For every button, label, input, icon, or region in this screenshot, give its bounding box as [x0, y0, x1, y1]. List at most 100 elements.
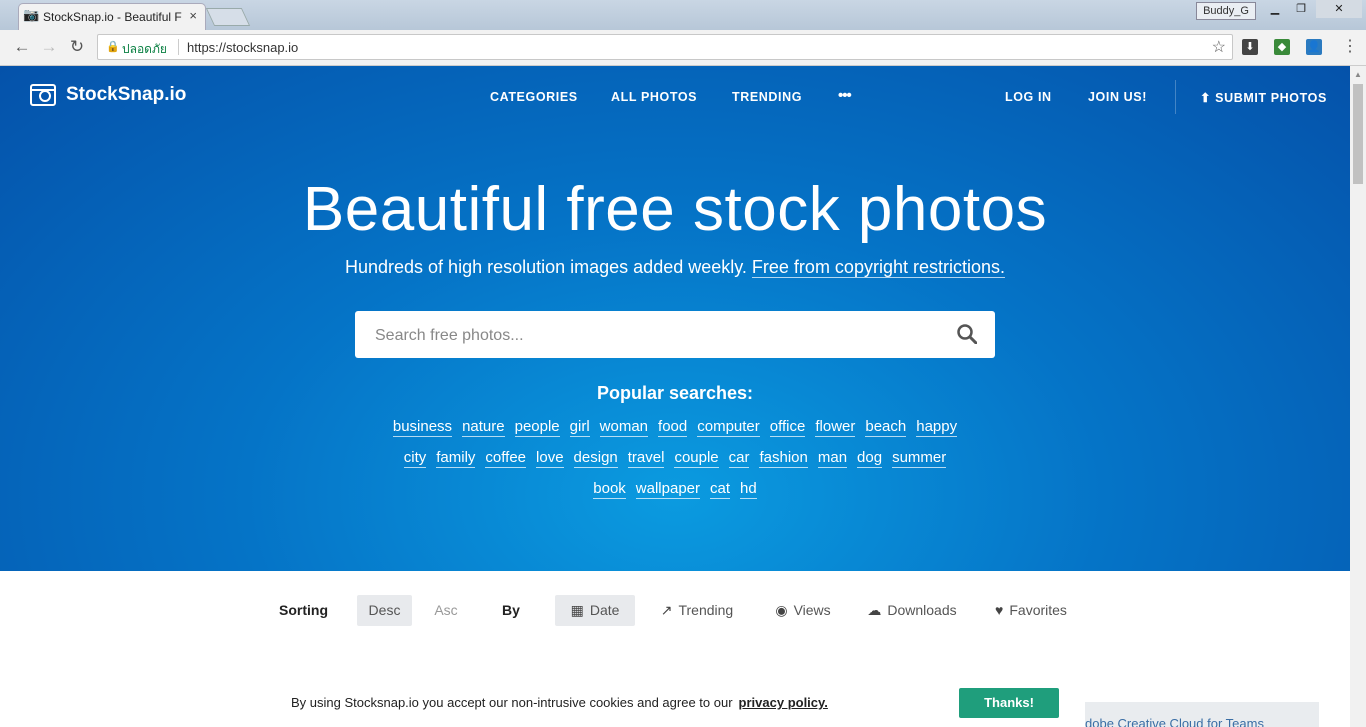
sort-asc-button[interactable]: Asc: [425, 595, 467, 626]
popular-tag-business[interactable]: business: [392, 418, 453, 437]
bookmark-star-icon[interactable]: ☆: [1212, 37, 1226, 57]
upload-icon: ⬆: [1200, 91, 1212, 105]
browser-toolbar: ← → ↻ 🔒 ปลอดภัย https://stocksnap.io ☆ ⬇…: [0, 30, 1366, 66]
popular-tag-car[interactable]: car: [728, 449, 750, 468]
sort-favorites-button[interactable]: ♥ Favorites: [990, 595, 1072, 626]
tags-row-1: business nature people girl woman food compute…: [0, 418, 1350, 437]
popular-tag-happy[interactable]: happy: [916, 418, 958, 437]
sort-views-button[interactable]: ◉ Views: [772, 595, 834, 626]
nav-categories[interactable]: CATEGORIES: [490, 90, 578, 104]
calendar-icon: ▦: [570, 602, 584, 618]
lock-icon: 🔒: [106, 41, 120, 53]
search-input[interactable]: [373, 311, 937, 360]
forward-icon[interactable]: →: [39, 37, 59, 57]
page-scrollbar[interactable]: ▲: [1350, 66, 1366, 727]
tags-row-3: book wallpaper cat hd: [0, 480, 1350, 499]
browser-menu-icon[interactable]: ⋮: [1342, 36, 1358, 56]
sort-date-label: Date: [589, 602, 620, 618]
tab-title: StockSnap.io - Beautiful F: [43, 10, 182, 24]
popular-tag-girl[interactable]: girl: [569, 418, 590, 437]
logo-text: StockSnap.io: [66, 84, 187, 105]
nav-login[interactable]: LOG IN: [1005, 90, 1052, 104]
popular-tag-food[interactable]: food: [658, 418, 688, 437]
sort-downloads-label: Downloads: [887, 602, 957, 618]
by-label: By: [502, 602, 520, 618]
nav-join[interactable]: JOIN US!: [1088, 90, 1147, 104]
browser-tab[interactable]: 📷 StockSnap.io - Beautiful F ×: [18, 3, 206, 30]
popular-tag-cat[interactable]: cat: [710, 480, 731, 499]
popular-tag-fashion[interactable]: fashion: [759, 449, 808, 468]
popular-searches-title: Popular searches:: [596, 383, 754, 403]
popular-tag-beach[interactable]: beach: [865, 418, 907, 437]
user-extension-icon[interactable]: 👤: [1306, 39, 1322, 55]
globe-extension-icon[interactable]: ◆: [1274, 39, 1290, 55]
popular-tag-summer[interactable]: summer: [892, 449, 947, 468]
close-window-icon[interactable]: ✕: [1316, 0, 1362, 18]
address-bar[interactable]: 🔒 ปลอดภัย https://stocksnap.io ☆: [97, 34, 1233, 60]
sort-desc-button[interactable]: Desc: [357, 595, 412, 626]
sort-date-button[interactable]: ▦ Date: [555, 595, 635, 626]
secure-label: ปลอดภัย: [122, 42, 167, 56]
cookie-banner: By using Stocksnap.io you accept our non…: [0, 680, 1350, 727]
popular-tag-computer[interactable]: computer: [697, 418, 760, 437]
sorting-label: Sorting: [279, 602, 328, 618]
submit-photos-button[interactable]: ⬆ SUBMIT PHOTOS: [1200, 90, 1327, 105]
nav-trending[interactable]: TRENDING: [732, 90, 802, 104]
more-menu-icon[interactable]: •••: [838, 87, 852, 104]
cookie-accept-button[interactable]: Thanks!: [959, 688, 1059, 718]
submit-photos-label: SUBMIT PHOTOS: [1215, 91, 1327, 105]
search-box: [355, 311, 995, 360]
hero-subtitle: Hundreds of high resolution images added…: [0, 257, 1350, 278]
popular-tag-flower[interactable]: flower: [815, 418, 856, 437]
ad-banner[interactable]: dobe Creative Cloud for Teams: [1085, 702, 1319, 727]
nav-all-photos[interactable]: ALL PHOTOS: [611, 90, 697, 104]
popular-tag-family[interactable]: family: [436, 449, 476, 468]
scrollbar-thumb[interactable]: [1353, 84, 1363, 184]
nav-divider: [1175, 80, 1176, 114]
popular-tag-dog[interactable]: dog: [857, 449, 883, 468]
eye-icon: ◉: [775, 602, 788, 618]
popular-tag-woman[interactable]: woman: [599, 418, 649, 437]
download-extension-icon[interactable]: ⬇: [1242, 39, 1258, 55]
sort-favorites-label: Favorites: [1009, 602, 1067, 618]
popular-tag-city[interactable]: city: [403, 449, 427, 468]
scroll-up-icon[interactable]: ▲: [1354, 70, 1362, 79]
popular-tag-love[interactable]: love: [536, 449, 564, 468]
reload-icon[interactable]: ↻: [67, 37, 87, 57]
popular-tag-design[interactable]: design: [573, 449, 618, 468]
back-icon[interactable]: ←: [12, 37, 32, 57]
popular-tag-man[interactable]: man: [817, 449, 848, 468]
new-tab-button[interactable]: [205, 8, 251, 26]
url-divider: [178, 39, 179, 55]
popular-tag-book[interactable]: book: [593, 480, 626, 499]
site-logo[interactable]: StockSnap.io: [30, 84, 186, 106]
copyright-link[interactable]: Free from copyright restrictions.: [751, 257, 1005, 278]
minimize-icon[interactable]: ▁: [1262, 0, 1288, 18]
browser-titlebar: 📷 StockSnap.io - Beautiful F × Buddy_G ▁…: [0, 0, 1366, 30]
search-icon[interactable]: [957, 324, 977, 344]
hero-subtitle-text: Hundreds of high resolution images added…: [345, 257, 747, 277]
hero-title: Beautiful free stock photos: [302, 175, 1048, 244]
popular-tag-wallpaper[interactable]: wallpaper: [635, 480, 701, 499]
heart-icon: ♥: [995, 602, 1004, 618]
profile-button[interactable]: Buddy_G: [1196, 2, 1256, 20]
url-text[interactable]: https://stocksnap.io: [187, 40, 298, 55]
popular-tag-couple[interactable]: couple: [674, 449, 719, 468]
cookie-message: By using Stocksnap.io you accept our non…: [291, 695, 828, 710]
hero-section: StockSnap.io CATEGORIES ALL PHOTOS TREND…: [0, 66, 1350, 571]
sort-trending-label: Trending: [678, 602, 734, 618]
sort-trending-button[interactable]: ↗ Trending: [652, 595, 742, 626]
popular-tag-people[interactable]: people: [514, 418, 560, 437]
popular-tag-hd[interactable]: hd: [740, 480, 757, 499]
tags-row-2: city family coffee love design travel couple ca…: [0, 449, 1350, 468]
popular-tag-coffee[interactable]: coffee: [485, 449, 527, 468]
popular-tag-office[interactable]: office: [769, 418, 806, 437]
close-tab-icon[interactable]: ×: [189, 8, 197, 23]
cookie-text: By using Stocksnap.io you accept our non…: [291, 695, 733, 710]
popular-tag-travel[interactable]: travel: [627, 449, 665, 468]
popular-tag-nature[interactable]: nature: [462, 418, 505, 437]
restore-icon[interactable]: ❐: [1288, 0, 1314, 18]
sort-views-label: Views: [793, 602, 831, 618]
privacy-policy-link[interactable]: privacy policy.: [739, 695, 828, 710]
sort-downloads-button[interactable]: ☁ Downloads: [864, 595, 960, 626]
